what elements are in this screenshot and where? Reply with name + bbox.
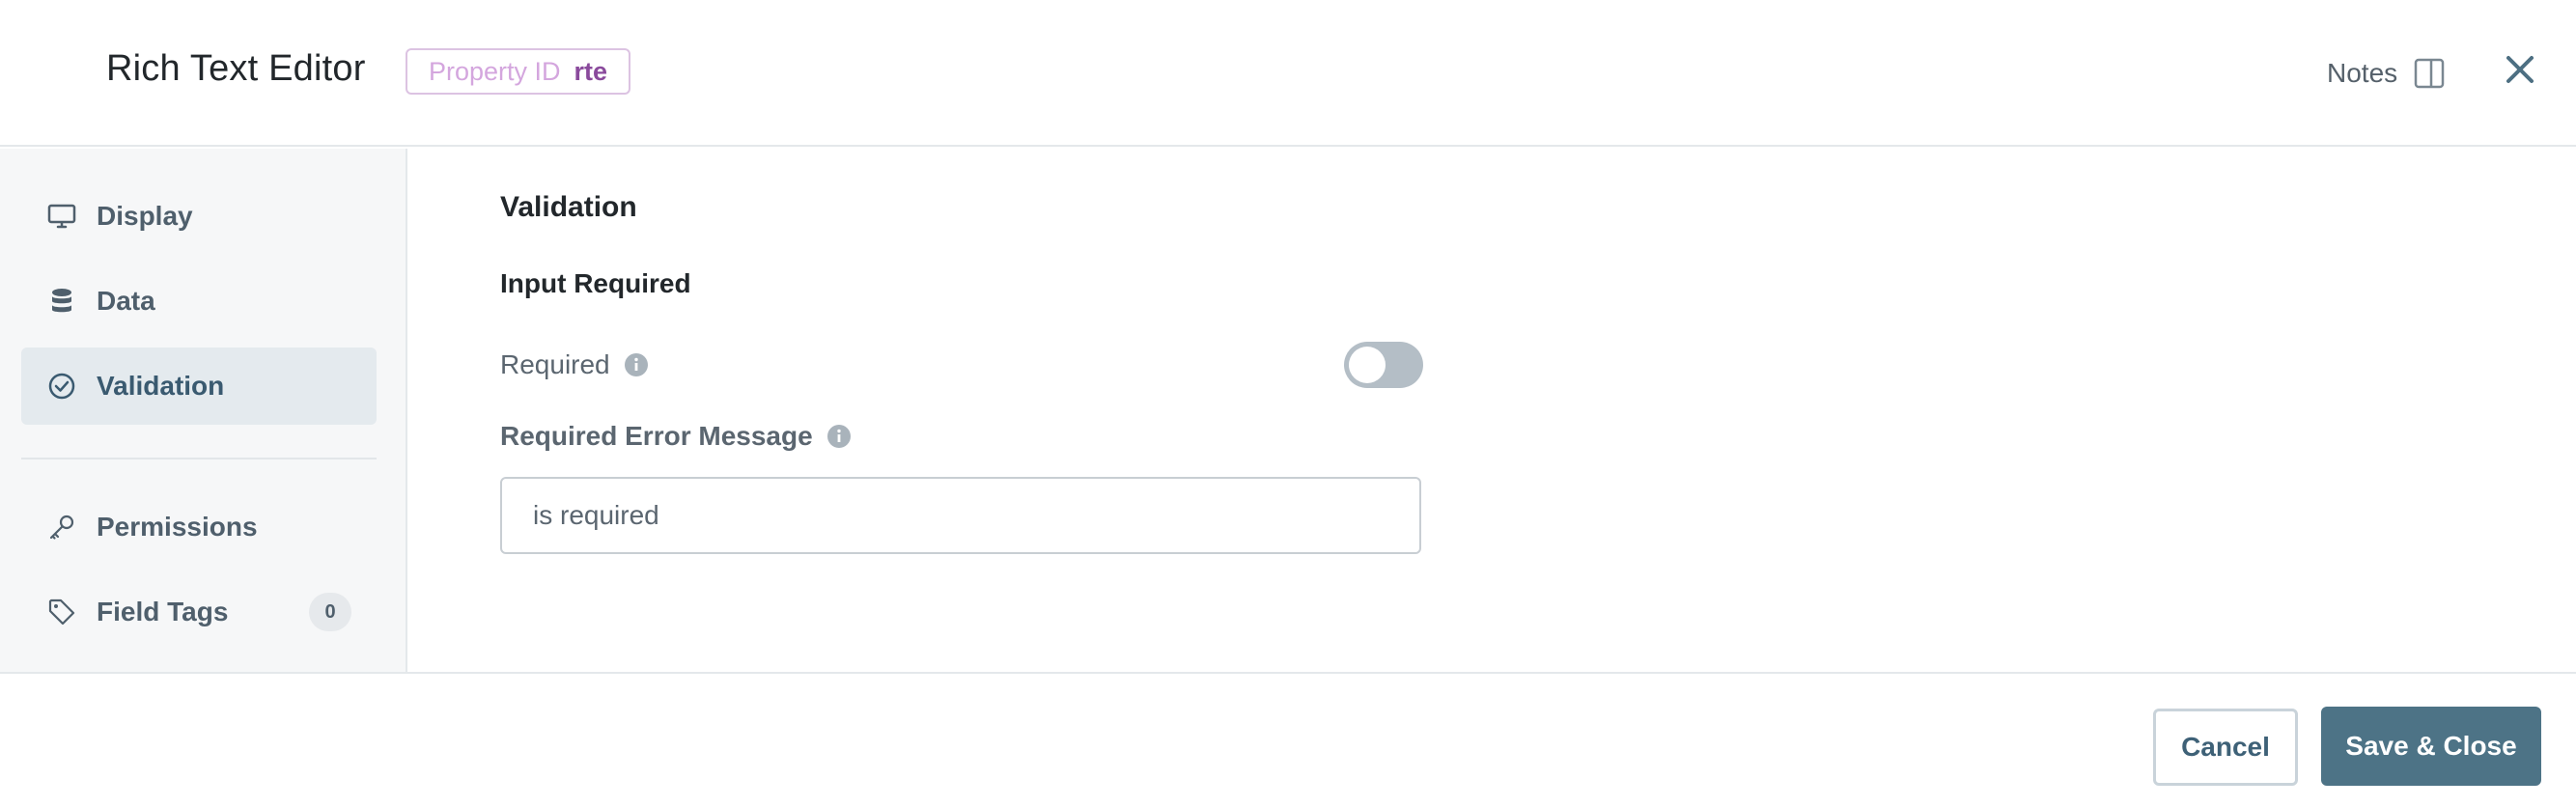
sidebar-item-display[interactable]: Display <box>21 178 377 255</box>
sidebar-item-permissions[interactable]: Permissions <box>21 488 377 566</box>
database-icon <box>52 289 71 313</box>
field-tags-count-badge: 0 <box>309 593 351 631</box>
sidebar-item-label: Field Tags <box>97 597 229 626</box>
settings-sidebar: Display Data Validation Permissions Fiel… <box>0 149 407 672</box>
save-and-close-button[interactable]: Save & Close <box>2321 707 2541 786</box>
sidebar-item-data[interactable]: Data <box>21 263 377 340</box>
info-icon[interactable] <box>826 424 852 449</box>
property-id-value: rte <box>574 56 608 86</box>
sidebar-item-label: Permissions <box>97 512 258 542</box>
modal-footer: Cancel Save & Close <box>0 672 2576 807</box>
required-label-text: Required <box>500 349 610 379</box>
notes-label: Notes <box>2327 58 2398 88</box>
error-message-label: Required Error Message <box>500 421 852 452</box>
info-icon[interactable] <box>624 352 649 377</box>
modal-header: Rich Text Editor Property ID rte Notes <box>0 0 2576 147</box>
toggle-knob <box>1349 347 1386 383</box>
required-toggle[interactable] <box>1344 342 1423 388</box>
notes-toggle[interactable]: Notes <box>2327 54 2446 93</box>
sidebar-item-validation[interactable]: Validation <box>21 348 377 425</box>
error-message-label-text: Required Error Message <box>500 421 813 451</box>
close-icon[interactable] <box>2501 50 2539 89</box>
property-id-tag: Property ID rte <box>406 48 631 95</box>
page-title: Rich Text Editor <box>106 48 366 89</box>
required-field-label: Required <box>500 349 649 380</box>
validation-panel: Validation Input Required Required Requi… <box>409 149 2576 672</box>
check-circle-icon <box>48 373 75 400</box>
side-panel-icon <box>2414 58 2445 89</box>
cancel-button[interactable]: Cancel <box>2153 709 2298 786</box>
sidebar-divider <box>21 458 377 459</box>
tag-icon <box>48 598 75 626</box>
sidebar-item-label: Validation <box>97 371 225 401</box>
error-message-input[interactable] <box>500 477 1421 554</box>
sidebar-item-label: Data <box>97 286 155 316</box>
key-icon <box>49 515 74 540</box>
subsection-title: Input Required <box>500 268 691 298</box>
property-id-label: Property ID <box>429 56 561 86</box>
monitor-icon <box>47 204 76 229</box>
sidebar-item-field-tags[interactable]: Field Tags 0 <box>21 573 377 651</box>
sidebar-item-label: Display <box>97 201 193 231</box>
section-title: Validation <box>500 191 637 223</box>
